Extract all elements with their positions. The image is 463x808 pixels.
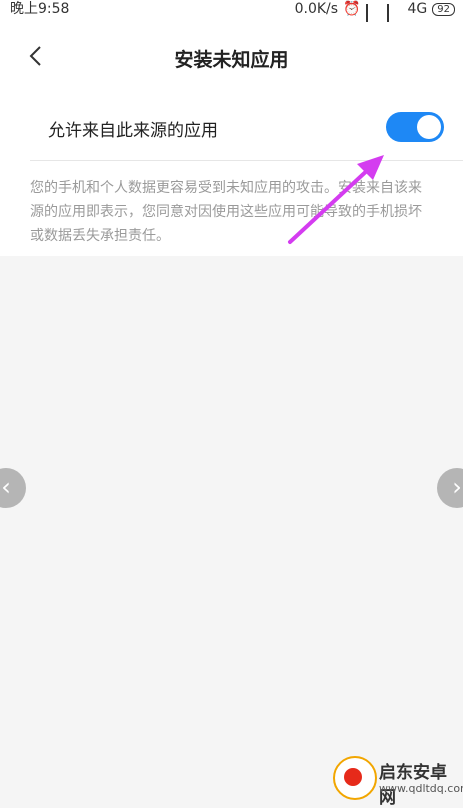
warning-description: 您的手机和个人数据更容易受到未知应用的攻击。安装来自该来源的应用即表示，您同意对… — [30, 180, 422, 244]
divider — [30, 160, 463, 161]
battery-icon: 92 — [432, 2, 455, 16]
status-time: 晚上9:58 — [10, 1, 70, 17]
toggle-knob — [417, 115, 441, 139]
status-right: 0.0K/s ⏰ 4G 92 — [294, 0, 455, 29]
watermark-url: www.qdltdq.com — [379, 782, 463, 795]
watermark: 启东安卓网 www.qdltdq.com — [331, 752, 463, 808]
allow-source-label: 允许来自此来源的应用 — [48, 121, 218, 141]
prev-arrow-icon[interactable]: ‹ — [0, 468, 26, 508]
toggle-row[interactable]: 允许来自此来源的应用 — [0, 92, 463, 160]
watermark-logo — [333, 756, 377, 800]
network-type: 4G — [407, 1, 428, 17]
network-speed: 0.0K/s — [294, 1, 339, 17]
status-bar: 晚上9:58 0.0K/s ⏰ 4G 92 — [0, 0, 463, 29]
alarm-icon: ⏰ — [343, 1, 361, 17]
header: 安装未知应用 — [0, 22, 463, 92]
signal-icon — [365, 4, 382, 29]
setting-card: 允许来自此来源的应用 您的手机和个人数据更容易受到未知应用的攻击。安装来自该来源… — [0, 92, 463, 256]
page-title: 安装未知应用 — [174, 49, 289, 71]
next-arrow-icon[interactable]: › — [437, 468, 463, 508]
allow-source-toggle[interactable] — [386, 112, 444, 142]
signal-icon — [386, 4, 403, 29]
